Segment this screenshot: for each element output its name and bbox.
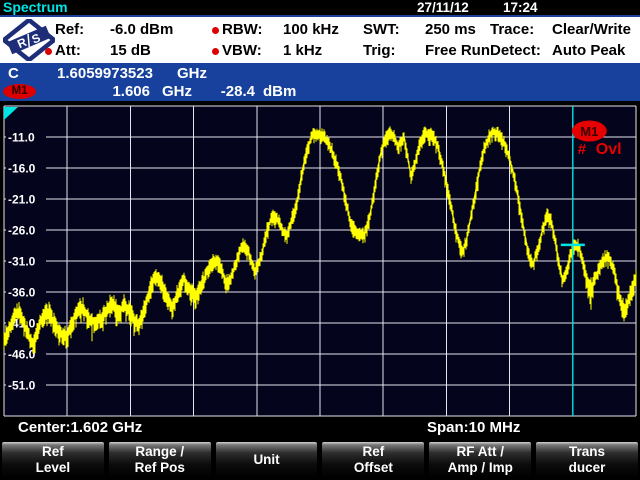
y-tick-label: -51.0 [8, 379, 36, 393]
setting-label: Detect: [490, 42, 541, 59]
marker-frequency-unit: GHz [162, 84, 192, 100]
setting-label: SWT: [363, 21, 400, 38]
red-dot-indicator [45, 48, 52, 55]
setting-label: VBW: [222, 42, 262, 59]
span-frequency: Span:10 MHz [427, 418, 520, 438]
center-label: Center: [18, 419, 71, 436]
counter-frequency-value: 1.6059973523 [57, 66, 153, 82]
marker-row: M1 1.606 GHz -28.4 dBm [0, 84, 640, 100]
y-tick-label: -31.0 [8, 255, 36, 269]
counter-label: C [8, 66, 19, 82]
setting-value: 250 ms [425, 21, 476, 38]
counter-frequency-unit: GHz [177, 66, 207, 82]
spectrum-plot: -11.0-16.0-21.0-26.0-31.0-36.0-41.0-46.0… [0, 101, 640, 417]
y-tick-label: -16.0 [8, 162, 36, 176]
softkey-line2: Offset [354, 460, 393, 476]
softkey-line1: RF Att / [456, 444, 504, 460]
setting-label: Trace: [490, 21, 534, 38]
softkey-range-refpos[interactable]: Range / Ref Pos [109, 442, 211, 478]
marker-frequency-value: 1.606 [95, 84, 150, 100]
y-tick-label: -21.0 [8, 193, 36, 207]
y-tick-label: -11.0 [8, 131, 35, 145]
softkey-line2: Level [36, 460, 71, 476]
red-dot-indicator [212, 27, 219, 34]
title-bar: Spectrum 27/11/12 17:24 [0, 0, 640, 17]
freq-range-row: Center:1.602 GHz Span:10 MHz [0, 418, 640, 440]
softkey-unit[interactable]: Unit [216, 442, 318, 478]
softkey-line2: Amp / Imp [448, 460, 513, 476]
red-dot-indicator [212, 48, 219, 55]
softkey-transducer[interactable]: Trans ducer [536, 442, 638, 478]
softkey-rfatt-amp-imp[interactable]: RF Att / Amp / Imp [429, 442, 531, 478]
setting-value: Free Run [425, 42, 490, 59]
setting-value: -6.0 dBm [110, 21, 173, 38]
softkey-line1: Range / [135, 444, 184, 460]
setting-label: Trig: [363, 42, 396, 59]
counter-row: C 1.6059973523 GHz [0, 66, 640, 82]
settings-header: R S Ref: -6.0 dBm RBW: 100 kHz SWT: 250 … [0, 17, 640, 63]
span-label: Span: [427, 419, 469, 436]
marker-info-bar: C 1.6059973523 GHz M1 1.606 GHz -28.4 dB… [0, 63, 640, 101]
softkey-line1: Ref [42, 444, 64, 460]
setting-value: 1 kHz [283, 42, 322, 59]
softkey-bar: Ref Level Range / Ref Pos Unit Ref Offse… [0, 441, 640, 480]
plot-generated-layer: -11.0-16.0-21.0-26.0-31.0-36.0-41.0-46.0… [4, 106, 636, 416]
softkey-line2: ducer [569, 460, 606, 476]
y-tick-label: -36.0 [8, 286, 36, 300]
softkey-ref-offset[interactable]: Ref Offset [322, 442, 424, 478]
softkey-ref-level[interactable]: Ref Level [2, 442, 104, 478]
setting-value: Auto Peak [552, 42, 625, 59]
setting-value: Clear/Write [552, 21, 631, 38]
time-display: 17:24 [503, 0, 538, 15]
m1-badge-label: M1 [580, 124, 598, 139]
softkey-line1: Trans [569, 444, 605, 460]
setting-label: Ref: [55, 21, 84, 38]
overload-text: Ovl [596, 141, 622, 158]
span-value: 10 MHz [469, 419, 521, 436]
marker-hash-glyph: # [578, 141, 587, 158]
setting-label: RBW: [222, 21, 263, 38]
y-tick-label: -46.0 [8, 348, 36, 362]
softkey-line2: Ref Pos [135, 460, 185, 476]
page-title: Spectrum [3, 0, 68, 15]
softkey-line1: Ref [363, 444, 385, 460]
y-tick-label: -26.0 [8, 224, 36, 238]
marker-level-unit: dBm [263, 84, 296, 100]
center-value: 1.602 GHz [71, 419, 143, 436]
date-display: 27/11/12 [417, 0, 469, 15]
setting-label: Att: [55, 42, 81, 59]
center-frequency: Center:1.602 GHz [18, 418, 142, 438]
m1-marker-badge: M1 [3, 84, 36, 99]
setting-value: 15 dB [110, 42, 151, 59]
setting-value: 100 kHz [283, 21, 339, 38]
marker-level-value: -28.4 [203, 84, 255, 100]
spectrum-analyzer-screen: Spectrum 27/11/12 17:24 R S Ref: -6.0 dB… [0, 0, 640, 480]
softkey-line1: Unit [253, 452, 279, 468]
